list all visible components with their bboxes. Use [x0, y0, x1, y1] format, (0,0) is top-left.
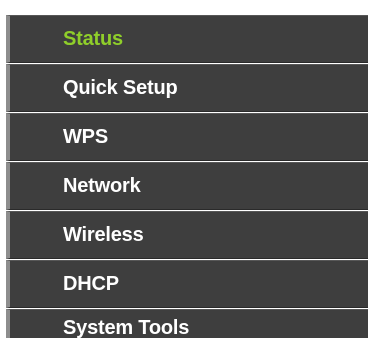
menu-item-wps[interactable]: WPS [6, 113, 368, 161]
menu-item-label: DHCP [63, 272, 119, 295]
menu-item-network[interactable]: Network [6, 162, 368, 210]
sidebar-menu: Status Quick Setup WPS Network Wireless … [6, 15, 368, 339]
menu-item-label: Status [63, 27, 123, 50]
menu-item-label: System Tools [63, 317, 190, 339]
menu-item-label: WPS [63, 125, 108, 148]
menu-item-wireless[interactable]: Wireless [6, 211, 368, 259]
menu-item-label: Network [63, 174, 141, 197]
menu-item-system-tools[interactable]: System Tools [6, 309, 368, 339]
menu-item-label: Quick Setup [63, 76, 178, 99]
menu-item-dhcp[interactable]: DHCP [6, 260, 368, 308]
menu-item-quick-setup[interactable]: Quick Setup [6, 64, 368, 112]
menu-item-label: Wireless [63, 223, 144, 246]
menu-item-status[interactable]: Status [6, 15, 368, 63]
